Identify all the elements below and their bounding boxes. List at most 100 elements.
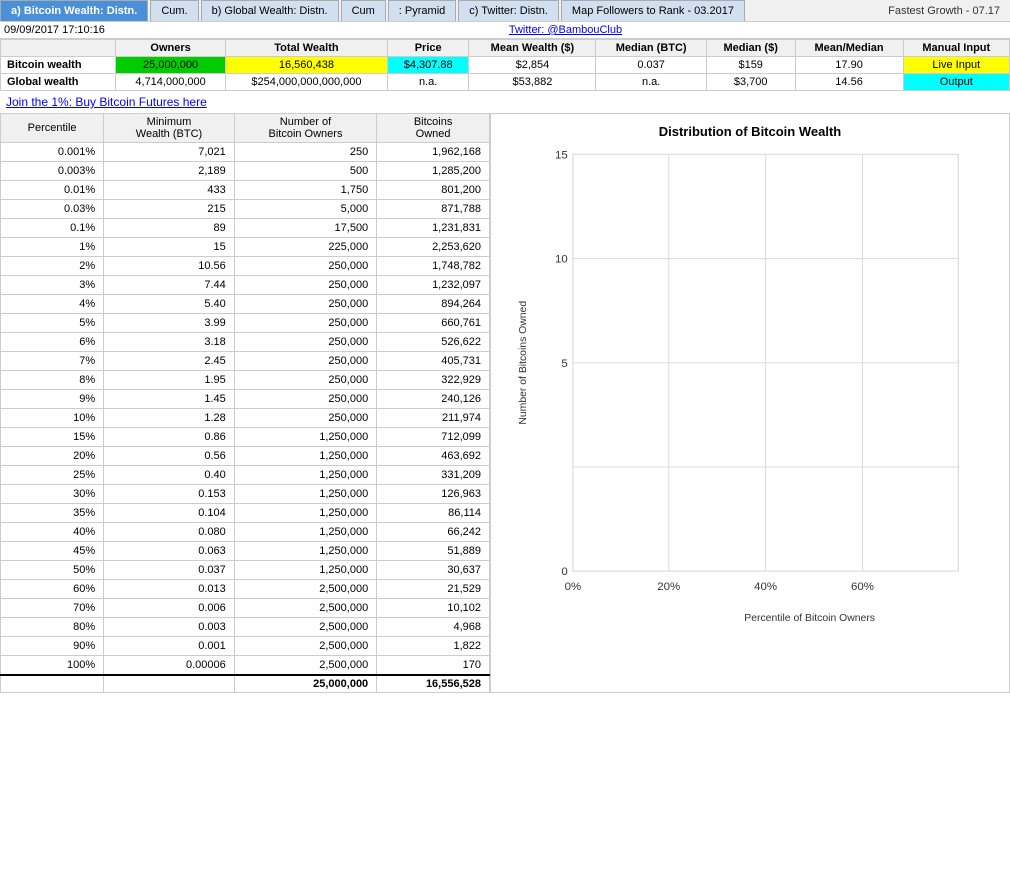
- dist-row: 70% 0.006 2,500,000 10,102: [1, 598, 490, 617]
- global-median-btc: n.a.: [596, 74, 706, 91]
- dist-min: 3.99: [104, 313, 235, 332]
- global-mean-median: 14.56: [795, 74, 903, 91]
- dist-row: 30% 0.153 1,250,000 126,963: [1, 484, 490, 503]
- chart-title: Distribution of Bitcoin Wealth: [501, 124, 999, 139]
- bitcoin-owners: 25,000,000: [116, 57, 226, 74]
- dist-btc: 463,692: [377, 446, 490, 465]
- dist-total-btc: 16,556,528: [377, 675, 490, 693]
- global-output-label: Output: [903, 74, 1009, 91]
- dist-owners: 250,000: [234, 275, 376, 294]
- dist-pct: 0.001%: [1, 143, 104, 162]
- dist-btc: 51,889: [377, 541, 490, 560]
- bitcoin-total-wealth: 16,560,438: [225, 57, 387, 74]
- bitcoin-row-label: Bitcoin wealth: [1, 57, 116, 74]
- dist-pct: 80%: [1, 617, 104, 636]
- dist-col-min: MinimumWealth (BTC): [104, 114, 235, 143]
- dist-min: 2,189: [104, 161, 235, 180]
- dist-min: 1.45: [104, 389, 235, 408]
- dist-min: 0.003: [104, 617, 235, 636]
- dist-min: 433: [104, 180, 235, 199]
- dist-row: 7% 2.45 250,000 405,731: [1, 351, 490, 370]
- dist-min: 5.40: [104, 294, 235, 313]
- global-total-wealth: $254,000,000,000,000: [225, 74, 387, 91]
- dist-row: 1% 15 225,000 2,253,620: [1, 237, 490, 256]
- dist-owners: 250,000: [234, 332, 376, 351]
- dist-pct: 15%: [1, 427, 104, 446]
- dist-pct: 9%: [1, 389, 104, 408]
- dist-pct: 35%: [1, 503, 104, 522]
- dist-row: 0.01% 433 1,750 801,200: [1, 180, 490, 199]
- bitcoin-median-btc: 0.037: [596, 57, 706, 74]
- dist-min: 0.56: [104, 446, 235, 465]
- dist-owners: 250,000: [234, 370, 376, 389]
- dist-pct: 8%: [1, 370, 104, 389]
- col-header-mean-wealth: Mean Wealth ($): [469, 40, 596, 57]
- global-mean-wealth: $53,882: [469, 74, 596, 91]
- col-header-manual-input: Manual Input: [903, 40, 1009, 57]
- tab-cum2[interactable]: Cum: [341, 0, 386, 21]
- svg-text:10: 10: [555, 254, 568, 266]
- dist-pct: 1%: [1, 237, 104, 256]
- dist-owners: 250,000: [234, 408, 376, 427]
- summary-table: Owners Total Wealth Price Mean Wealth ($…: [0, 39, 1010, 91]
- dist-row: 60% 0.013 2,500,000 21,529: [1, 579, 490, 598]
- dist-owners: 5,000: [234, 199, 376, 218]
- dist-btc: 1,822: [377, 636, 490, 655]
- dist-btc: 30,637: [377, 560, 490, 579]
- dist-row: 15% 0.86 1,250,000 712,099: [1, 427, 490, 446]
- dist-row: 80% 0.003 2,500,000 4,968: [1, 617, 490, 636]
- svg-text:60%: 60%: [851, 581, 874, 593]
- svg-text:0: 0: [561, 566, 567, 578]
- dist-pct: 100%: [1, 655, 104, 675]
- tab-global-distn[interactable]: b) Global Wealth: Distn.: [201, 0, 339, 21]
- dist-row: 35% 0.104 1,250,000 86,114: [1, 503, 490, 522]
- global-price: n.a.: [387, 74, 469, 91]
- dist-min: 0.00006: [104, 655, 235, 675]
- dist-owners: 250,000: [234, 256, 376, 275]
- dist-owners: 250: [234, 143, 376, 162]
- dist-col-owners: Number ofBitcoin Owners: [234, 114, 376, 143]
- dist-btc: 871,788: [377, 199, 490, 218]
- col-header-median-btc: Median (BTC): [596, 40, 706, 57]
- dist-owners: 1,250,000: [234, 522, 376, 541]
- dist-btc: 21,529: [377, 579, 490, 598]
- dist-min: 0.104: [104, 503, 235, 522]
- dist-pct: 20%: [1, 446, 104, 465]
- dist-btc: 331,209: [377, 465, 490, 484]
- tab-bitcoin-distn[interactable]: a) Bitcoin Wealth: Distn.: [0, 0, 148, 21]
- dist-btc: 712,099: [377, 427, 490, 446]
- date-display: 09/09/2017 17:10:16: [4, 24, 105, 36]
- dist-pct: 5%: [1, 313, 104, 332]
- dist-total-empty1: [1, 675, 104, 693]
- dist-total-owners: 25,000,000: [234, 675, 376, 693]
- dist-min: 2.45: [104, 351, 235, 370]
- twitter-link[interactable]: Twitter: @BambouClub: [509, 24, 622, 36]
- tab-twitter[interactable]: c) Twitter: Distn.: [458, 0, 559, 21]
- dist-btc: 240,126: [377, 389, 490, 408]
- dist-min: 0.013: [104, 579, 235, 598]
- dist-row: 50% 0.037 1,250,000 30,637: [1, 560, 490, 579]
- col-header-empty: [1, 40, 116, 57]
- svg-text:20%: 20%: [657, 581, 680, 593]
- dist-min: 7,021: [104, 143, 235, 162]
- dist-total-row: 25,000,000 16,556,528: [1, 675, 490, 693]
- dist-owners: 250,000: [234, 313, 376, 332]
- tab-cum1[interactable]: Cum.: [150, 0, 198, 21]
- dist-row: 5% 3.99 250,000 660,761: [1, 313, 490, 332]
- tab-map[interactable]: Map Followers to Rank - 03.2017: [561, 0, 745, 21]
- svg-text:0%: 0%: [565, 581, 582, 593]
- dist-owners: 1,750: [234, 180, 376, 199]
- dist-btc: 322,929: [377, 370, 490, 389]
- dist-owners: 250,000: [234, 351, 376, 370]
- dist-pct: 60%: [1, 579, 104, 598]
- tab-bar: a) Bitcoin Wealth: Distn. Cum. b) Global…: [0, 0, 1010, 22]
- join-link[interactable]: Join the 1%: Buy Bitcoin Futures here: [0, 91, 1010, 113]
- dist-pct: 30%: [1, 484, 104, 503]
- svg-text:15: 15: [555, 150, 568, 162]
- tab-pyramid[interactable]: : Pyramid: [388, 0, 456, 21]
- dist-row: 45% 0.063 1,250,000 51,889: [1, 541, 490, 560]
- distribution-table: Percentile MinimumWealth (BTC) Number of…: [0, 113, 490, 693]
- dist-btc: 66,242: [377, 522, 490, 541]
- dist-min: 0.080: [104, 522, 235, 541]
- dist-row: 10% 1.28 250,000 211,974: [1, 408, 490, 427]
